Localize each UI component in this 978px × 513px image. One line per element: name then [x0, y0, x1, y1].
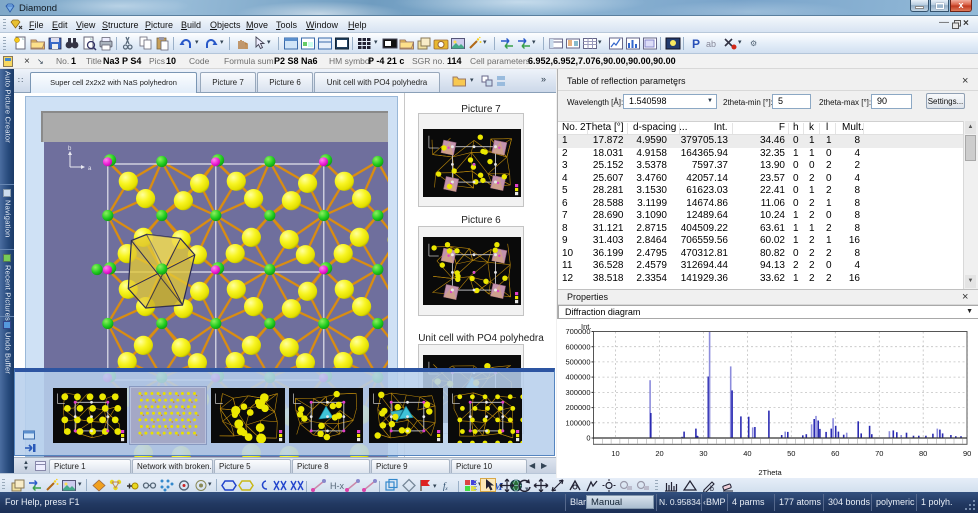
svg-text:30: 30 — [699, 449, 707, 458]
svg-text:100000: 100000 — [565, 418, 590, 427]
svg-text:300000: 300000 — [565, 388, 590, 397]
svg-text:20: 20 — [655, 449, 663, 458]
svg-text:P: P — [692, 37, 700, 51]
svg-text:400000: 400000 — [565, 373, 590, 382]
svg-text:90: 90 — [963, 449, 971, 458]
svg-text:40: 40 — [743, 449, 751, 458]
svg-text:60: 60 — [831, 449, 839, 458]
svg-text:fₓ: fₓ — [443, 481, 449, 491]
svg-text:600000: 600000 — [565, 342, 590, 351]
svg-text:ab: ab — [706, 39, 716, 49]
svg-text:80: 80 — [919, 449, 927, 458]
svg-text:10: 10 — [611, 449, 619, 458]
svg-text:0: 0 — [586, 434, 590, 443]
svg-text:500000: 500000 — [565, 358, 590, 367]
svg-text:200000: 200000 — [565, 403, 590, 412]
svg-text:50: 50 — [787, 449, 795, 458]
svg-text:H-x: H-x — [330, 481, 344, 491]
svg-text:Int.: Int. — [581, 322, 591, 331]
svg-text:70: 70 — [875, 449, 883, 458]
svg-text:2Theta: 2Theta — [758, 468, 782, 477]
